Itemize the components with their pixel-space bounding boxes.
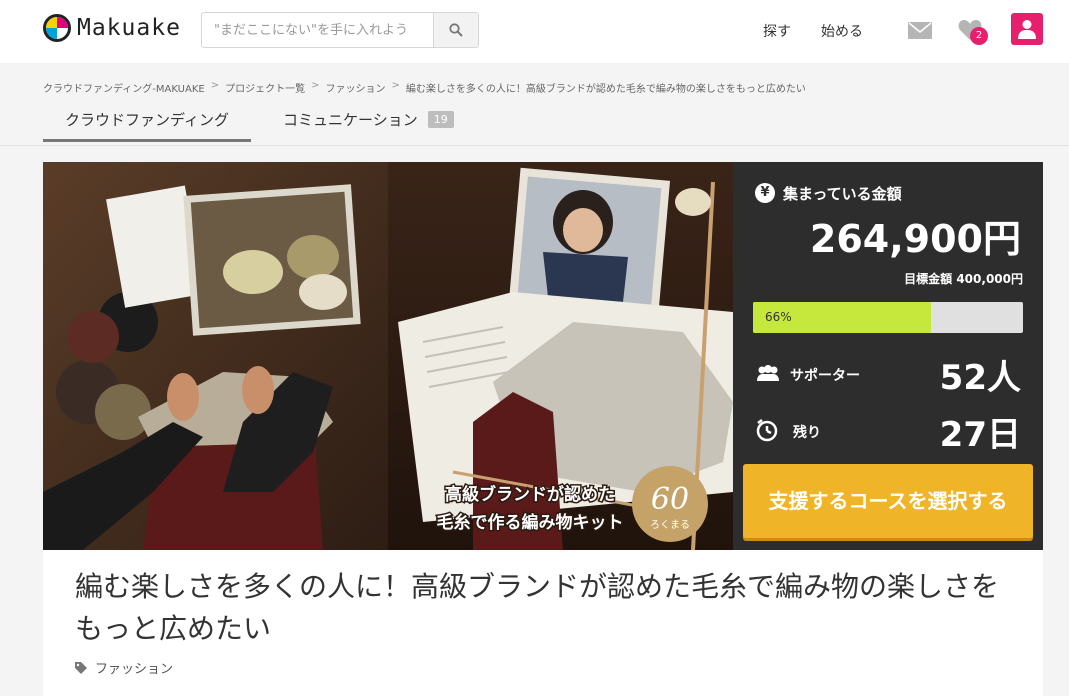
breadcrumb-separator: > (210, 80, 220, 91)
search-button[interactable] (433, 13, 478, 47)
user-avatar-button[interactable] (1011, 13, 1043, 45)
select-course-button[interactable]: 支援するコースを選択する (743, 464, 1033, 538)
target-amount: 目標金額 400,000円 (904, 272, 1023, 286)
breadcrumb-separator: > (311, 80, 320, 91)
supporters-icon (757, 365, 779, 381)
project-title: 編む楽しさを多くの人に！高級ブランドが認めた毛糸で編み物の楽しさをもっと広めたい (75, 570, 1000, 645)
nav-start[interactable]: 始める (821, 21, 863, 41)
tab-communication[interactable]: コミュニケーション 19 (283, 109, 454, 139)
collected-amount: 264,900円 (809, 217, 1021, 261)
makuake-logo[interactable]: Makuake (43, 14, 181, 42)
search-icon (449, 23, 463, 37)
site-header: Makuake 探す 始める 2 (0, 0, 1069, 63)
progress-percent: 66% (765, 310, 792, 324)
breadcrumb-category[interactable]: ファッション (325, 80, 385, 95)
project-title-card: 編む楽しさを多くの人に！高級ブランドが認めた毛糸で編み物の楽しさをもっと広めたい… (43, 550, 1043, 696)
comment-count-badge: 19 (427, 111, 454, 128)
timer-icon (756, 419, 778, 442)
mail-icon[interactable] (908, 22, 932, 39)
hero-caption-line2: 毛糸で作る編み物キット (437, 512, 624, 533)
remaining-label: 残り (793, 425, 821, 441)
nav-explore[interactable]: 探す (763, 21, 791, 41)
tab-crowdfunding[interactable]: クラウドファンディング (43, 109, 251, 142)
logo-text: Makuake (77, 15, 181, 41)
hero-badge-number: 60 (651, 482, 689, 517)
breadcrumb-current: 編む楽しさを多くの人に！高級ブランドが認めた毛糸で編み物の楽しさをもっと広めたい (405, 84, 806, 95)
breadcrumb: クラウドファンディング-MAKUAKE > プロジェクト一覧 > ファッション … (43, 80, 806, 95)
tag-icon (75, 661, 87, 674)
hero-caption-line1: 高級ブランドが認めた (445, 484, 615, 505)
category-tag[interactable]: ファッション (75, 658, 173, 677)
supporters-label: サポーター (790, 368, 860, 384)
remaining-value: 27日 (939, 415, 1021, 455)
breadcrumb-home[interactable]: クラウドファンディング-MAKUAKE (43, 80, 205, 95)
collected-label: 集まっている金額 (783, 185, 902, 203)
category-label: ファッション (95, 662, 174, 677)
yen-icon: ¥ (755, 183, 775, 203)
hero-badge-text: ろくまる (650, 519, 690, 531)
project-subheader: クラウドファンディング-MAKUAKE > プロジェクト一覧 > ファッション … (0, 63, 1069, 146)
user-icon (1018, 20, 1036, 39)
breadcrumb-separator: > (391, 80, 400, 91)
project-hero-image: 高級ブランドが認めた 毛糸で作る編み物キット 60 ろくまる (43, 162, 733, 550)
search-input[interactable] (202, 13, 433, 47)
supporters-value: 52人 (939, 358, 1021, 398)
search-box (201, 12, 479, 48)
tab-communication-label: コミュニケーション (283, 111, 418, 129)
breadcrumb-projects[interactable]: プロジェクト一覧 (225, 80, 305, 95)
funding-stats-panel: ¥ 集まっている金額 264,900円 目標金額 400,000円 66% サポ… (733, 162, 1043, 550)
notification-count-badge: 2 (970, 27, 988, 45)
logo-mark-icon (43, 14, 71, 42)
funding-progress-bar: 66% (753, 302, 1023, 333)
